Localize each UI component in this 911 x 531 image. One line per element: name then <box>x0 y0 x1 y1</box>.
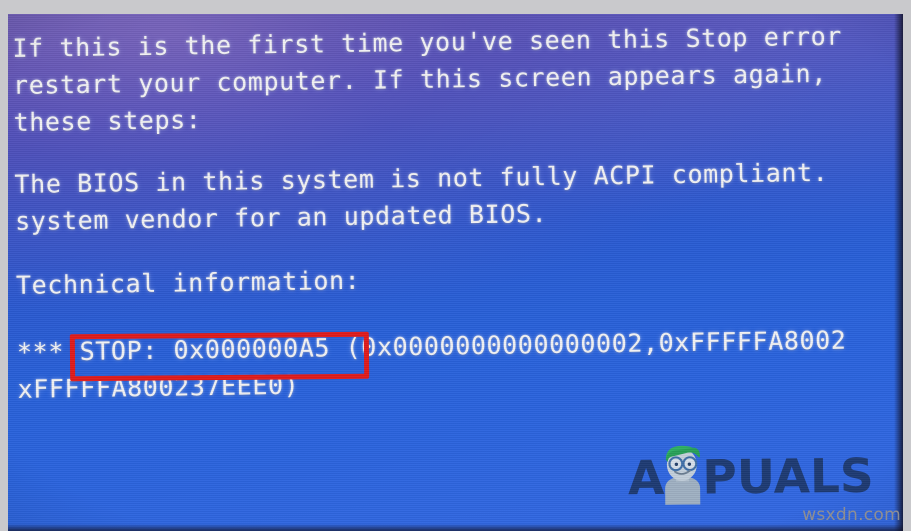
technical-information-heading: Technical information: <box>12 262 361 304</box>
paragraph-bios-acpi: The BIOS in this system is not fully ACP… <box>10 154 829 240</box>
mascot-icon <box>665 445 701 505</box>
appuals-logo: A PUALS <box>628 445 874 510</box>
screen-panel: If this is the first time you've seen th… <box>8 14 903 531</box>
site-watermark: wsxdn.com <box>802 505 901 525</box>
panel-edge-right <box>894 14 903 531</box>
panel-edge-bottom <box>8 524 903 531</box>
logo-wordmark: PUALS <box>702 448 874 506</box>
stop-code-highlight-box <box>69 331 370 382</box>
message-line: Technical information: <box>15 265 361 300</box>
bsod-screenshot: If this is the first time you've seen th… <box>0 0 911 531</box>
paragraph-restart-instructions: If this is the first time you've seen th… <box>8 18 843 141</box>
